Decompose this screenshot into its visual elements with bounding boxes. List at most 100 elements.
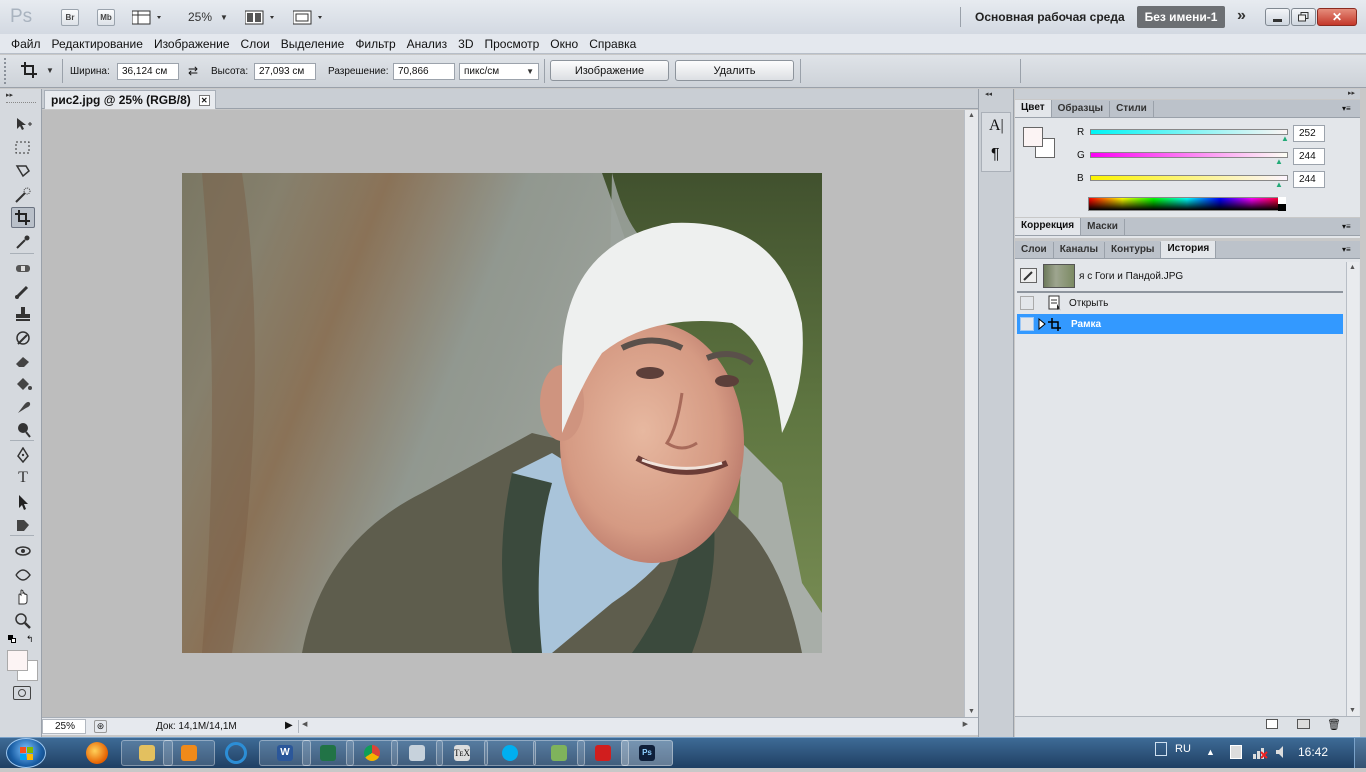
r-slider-thumb[interactable]: ▲ <box>1281 134 1289 143</box>
workspace-switcher[interactable]: Основная рабочая среда <box>975 10 1125 24</box>
scroll-up-icon[interactable]: ▲ <box>1349 264 1356 271</box>
clear-button[interactable]: Удалить <box>675 60 794 81</box>
language-indicator[interactable]: RU <box>1175 743 1191 755</box>
swap-colors-icon[interactable]: ↰ <box>26 634 34 645</box>
height-field[interactable]: 27,093 см <box>254 63 316 80</box>
foreground-color-swatch[interactable] <box>7 650 28 671</box>
vertical-scrollbar[interactable]: ▲ ▼ <box>964 110 978 717</box>
b-slider[interactable] <box>1090 175 1288 181</box>
custom-shape-tool[interactable] <box>11 514 35 535</box>
character-panel-icon[interactable]: A| <box>989 117 1004 135</box>
expand-dock-icon[interactable]: ◂◂ <box>985 90 992 98</box>
menu-window[interactable]: Окно <box>550 34 578 54</box>
menu-edit[interactable]: Редактирование <box>52 34 143 54</box>
clone-stamp-tool[interactable] <box>11 303 35 324</box>
history-state-slider-icon[interactable] <box>1038 316 1062 332</box>
tab-color[interactable]: Цвет <box>1015 100 1052 117</box>
close-tab-icon[interactable]: ✕ <box>198 94 210 106</box>
color-panel-foreground-swatch[interactable] <box>1023 127 1043 147</box>
g-slider[interactable] <box>1090 152 1288 158</box>
move-tool[interactable] <box>11 113 35 134</box>
history-brush-tool[interactable] <box>11 327 35 348</box>
close-window-button[interactable]: ✕ <box>1317 8 1357 26</box>
g-value-field[interactable]: 244 <box>1293 148 1325 165</box>
minibridge-button[interactable]: Mb <box>97 9 115 26</box>
dodge-tool[interactable] <box>11 419 35 440</box>
paint-bucket-tool[interactable] <box>11 373 35 394</box>
front-image-button[interactable]: Изображение <box>550 60 669 81</box>
collapse-panels-icon[interactable]: ▸▸ <box>1348 89 1355 97</box>
skype-taskbar-button[interactable] <box>484 740 536 766</box>
new-snapshot-icon[interactable] <box>1297 719 1310 729</box>
menu-select[interactable]: Выделение <box>281 34 345 54</box>
history-source-checkbox[interactable] <box>1020 317 1034 331</box>
r-value-field[interactable]: 252 <box>1293 125 1325 142</box>
resolution-unit-select[interactable]: пикс/см ▼ <box>459 63 539 80</box>
arrange-documents-button[interactable] <box>244 9 279 29</box>
menu-view[interactable]: Просмотр <box>484 34 539 54</box>
tex-taskbar-button[interactable]: TᴇX <box>436 740 488 766</box>
scroll-right-icon[interactable]: ▶ <box>963 720 968 728</box>
menu-analysis[interactable]: Анализ <box>407 34 448 54</box>
color-spectrum-bar[interactable] <box>1088 197 1286 211</box>
media-player-taskbar-button[interactable] <box>163 740 215 766</box>
scroll-down-icon[interactable]: ▼ <box>1349 707 1356 714</box>
default-colors-icon[interactable] <box>8 635 16 643</box>
swap-dimensions-icon[interactable]: ⇄ <box>188 64 198 78</box>
horizontal-scrollbar[interactable]: ◀ ▶ <box>298 720 978 733</box>
active-document-name[interactable]: Без имени-1 <box>1137 6 1225 28</box>
brush-tool[interactable] <box>11 280 35 301</box>
menu-image[interactable]: Изображение <box>154 34 230 54</box>
tab-paths[interactable]: Контуры <box>1105 242 1162 258</box>
restore-button[interactable] <box>1291 8 1316 26</box>
firefox-taskbar-icon[interactable] <box>86 742 108 764</box>
show-desktop-button[interactable] <box>1354 738 1366 768</box>
healing-brush-tool[interactable] <box>11 257 35 278</box>
tab-layers[interactable]: Слои <box>1015 242 1054 258</box>
menu-file[interactable]: Файл <box>11 34 41 54</box>
panel-menu-icon[interactable]: ▾≡ <box>1342 104 1351 113</box>
status-menu-arrow-icon[interactable]: ▶ <box>285 720 293 731</box>
view-extras-button[interactable] <box>131 9 166 29</box>
photoshop-taskbar-button[interactable]: Ps <box>621 740 673 766</box>
tool-preset-picker[interactable]: ▼ <box>20 61 54 79</box>
menu-3d[interactable]: 3D <box>458 34 473 54</box>
clock[interactable]: 16:42 <box>1298 745 1328 759</box>
marquee-tool[interactable] <box>11 137 35 158</box>
document-tab[interactable]: рис2.jpg @ 25% (RGB/8) ✕ <box>44 90 216 109</box>
path-selection-tool[interactable] <box>11 491 35 512</box>
history-scrollbar[interactable]: ▲ ▼ <box>1346 262 1359 716</box>
quick-selection-tool[interactable] <box>11 184 35 205</box>
history-step[interactable]: Открыть <box>1017 293 1343 313</box>
zoom-level-dropdown[interactable]: 25% ▼ <box>188 10 228 24</box>
canvas-photo[interactable] <box>182 173 822 653</box>
more-workspaces-icon[interactable]: » <box>1237 7 1246 25</box>
collapse-toolbox-icon[interactable]: ▸▸ <box>6 91 13 99</box>
history-step-selected[interactable]: Рамка <box>1017 314 1343 334</box>
zoom-tool[interactable] <box>11 610 35 631</box>
b-value-field[interactable]: 244 <box>1293 171 1325 188</box>
safely-remove-icon[interactable] <box>1230 745 1242 759</box>
menu-help[interactable]: Справка <box>589 34 636 54</box>
resolution-field[interactable]: 70,866 <box>393 63 455 80</box>
pen-tool[interactable] <box>11 444 35 465</box>
status-info-icon[interactable]: ⊛ <box>94 720 107 733</box>
volume-icon[interactable] <box>1275 745 1289 759</box>
blur-tool[interactable] <box>11 396 35 417</box>
type-tool[interactable]: T <box>11 467 35 488</box>
3d-rotate-tool[interactable] <box>11 540 35 561</box>
panel-menu-icon[interactable]: ▾≡ <box>1342 245 1351 254</box>
scroll-left-icon[interactable]: ◀ <box>302 720 307 728</box>
minimize-button[interactable] <box>1265 8 1290 26</box>
history-snapshot[interactable]: я с Гоги и Пандой.JPG <box>1017 262 1343 290</box>
quick-mask-button[interactable] <box>13 686 31 700</box>
eyedropper-tool[interactable] <box>11 231 35 252</box>
tab-masks[interactable]: Маски <box>1081 219 1125 235</box>
new-document-from-state-icon[interactable] <box>1266 719 1278 729</box>
start-button[interactable] <box>6 738 46 768</box>
keyboard-icon[interactable] <box>1155 742 1167 756</box>
lasso-tool[interactable] <box>11 160 35 181</box>
tab-swatches[interactable]: Образцы <box>1052 101 1111 117</box>
paragraph-panel-icon[interactable]: ¶ <box>991 146 1000 164</box>
tab-styles[interactable]: Стили <box>1110 101 1154 117</box>
